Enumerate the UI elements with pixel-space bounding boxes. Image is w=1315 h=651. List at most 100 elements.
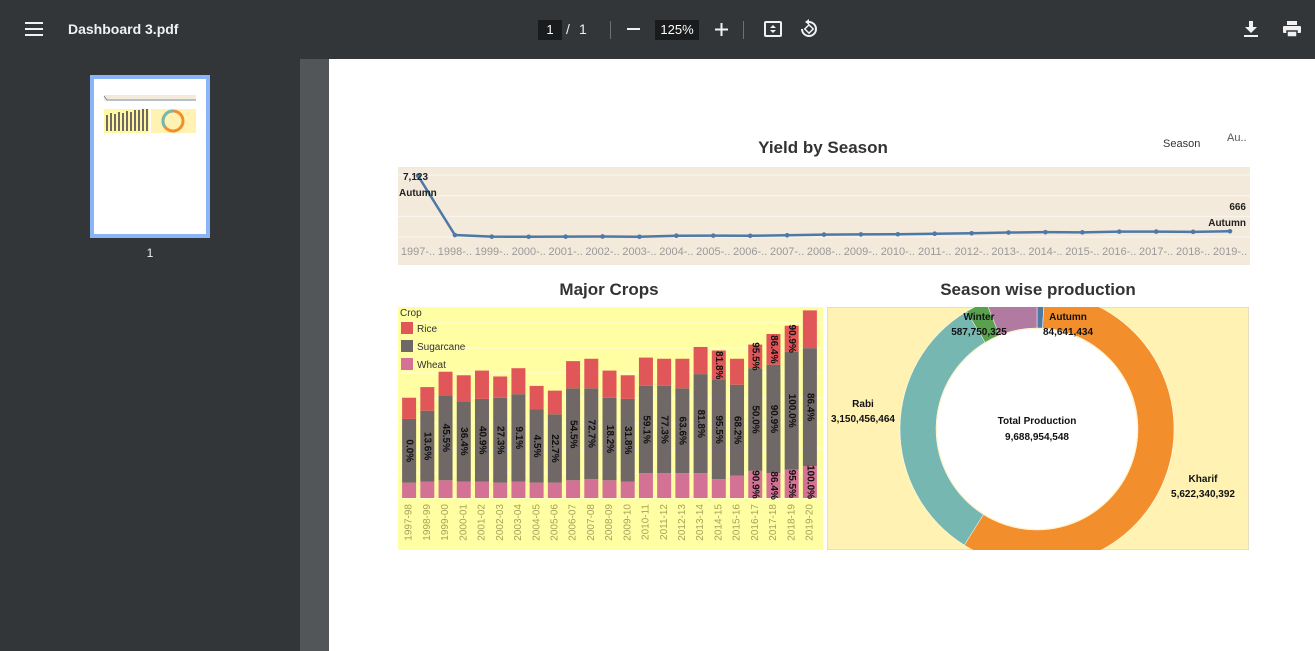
yield-x-tick-label: 2005-..	[696, 246, 730, 258]
bar-x-tick-label: 2001-02	[477, 504, 488, 541]
bar-mid-label: 22.7%	[549, 434, 560, 462]
bar-segment-wheat	[456, 481, 471, 498]
bar-segment-rice	[730, 358, 745, 385]
bar-x-tick-label: 2008-09	[604, 504, 615, 541]
toolbar-divider	[610, 21, 611, 39]
bar-segment-wheat	[566, 480, 581, 498]
bar-segment-wheat	[602, 480, 617, 498]
thumbnail-sidebar: 1	[0, 59, 300, 651]
yield-data-point	[526, 234, 532, 240]
yield-data-point	[858, 232, 864, 237]
donut-label-value: 5,622,340,392	[1171, 489, 1235, 500]
yield-x-tick-label: 2010-..	[881, 246, 915, 258]
bar-mid-label: 45.5%	[440, 424, 451, 452]
yield-x-tick-label: 2003-..	[622, 246, 656, 258]
bar-segment-rice	[474, 370, 489, 399]
bar-segment-rice	[420, 387, 435, 411]
bar-x-tick-label: 2015-16	[732, 504, 743, 541]
bar-x-tick-label: 2011-12	[659, 504, 670, 540]
bar-mid-label: 0.0%	[403, 439, 414, 462]
zoom-out-icon[interactable]	[622, 18, 644, 40]
yield-data-point	[489, 234, 495, 239]
bar-bottom-label: 100.0%	[804, 465, 815, 499]
yield-data-point	[895, 231, 901, 237]
yield-x-tick-label: 1997-..	[401, 246, 435, 258]
donut-label-name: Rabi	[852, 399, 874, 410]
bar-segment-rice	[438, 371, 453, 396]
bar-mid-label: 9.1%	[513, 426, 524, 449]
menu-icon[interactable]	[22, 18, 46, 40]
yield-data-point	[1116, 229, 1122, 234]
fit-page-icon[interactable]	[762, 18, 784, 40]
bar-segment-rice	[493, 376, 508, 398]
yield-data-point	[747, 233, 753, 239]
bar-mid-label: 54.5%	[567, 420, 578, 448]
zoom-in-icon[interactable]	[710, 18, 732, 40]
bar-mid-label: 27.3%	[495, 426, 506, 454]
bar-mid-label: 63.6%	[677, 417, 688, 445]
rotate-icon[interactable]	[798, 18, 820, 40]
bar-segment-wheat	[711, 479, 726, 498]
bar-segment-wheat	[420, 481, 435, 498]
bar-segment-wheat	[638, 473, 653, 498]
yield-x-tick-label: 2007-..	[770, 246, 804, 258]
yield-data-point	[1043, 229, 1048, 235]
bar-mid-label: 100.0%	[786, 394, 797, 428]
crops-legend-title: Crop	[400, 308, 422, 319]
bar-x-tick-label: 2016-17	[750, 504, 761, 541]
bar-bottom-label: 95.5%	[786, 470, 797, 498]
bar-x-tick-label: 2004-05	[531, 504, 542, 541]
bar-mid-label: 68.2%	[731, 416, 742, 444]
bar-x-tick-label: 2000-01	[458, 504, 469, 541]
bar-segment-wheat	[438, 480, 453, 498]
download-icon[interactable]	[1240, 18, 1262, 40]
bar-mid-label: 18.2%	[604, 425, 615, 453]
page-thumbnail[interactable]	[90, 75, 210, 238]
yield-annotation-value: 666	[1229, 202, 1246, 213]
bar-segment-wheat	[620, 481, 635, 498]
bar-mid-label: 77.3%	[659, 415, 670, 443]
crops-legend-swatch	[401, 340, 413, 352]
yield-x-tick-label: 2002-..	[585, 246, 619, 258]
yield-data-point	[674, 233, 679, 239]
yield-data-point	[600, 234, 605, 239]
bar-x-tick-label: 2007-08	[586, 504, 597, 541]
season-production-title: Season wise production	[940, 280, 1136, 299]
bar-top-label: 95.5%	[750, 342, 761, 370]
donut-label-value: 3,150,456,464	[831, 414, 895, 425]
bar-segment-rice	[620, 375, 635, 399]
bar-x-tick-label: 2005-06	[549, 504, 560, 541]
bar-segment-rice	[566, 361, 581, 389]
pdf-page: Yield by Season Season Au.. 1997-.. 1998-…	[329, 59, 1315, 651]
page-total: 1	[579, 21, 587, 37]
yield-line-chart: 1997-.. 1998-.. 1999-.. 2000-.. 2001-.. 2002-…	[398, 167, 1250, 265]
donut-label-value: 587,750,325	[951, 327, 1007, 338]
bar-mid-label: 90.9%	[768, 405, 779, 433]
yield-data-point	[1006, 230, 1011, 235]
yield-x-tick-label: 2015-..	[1065, 246, 1099, 258]
yield-data-point	[1153, 229, 1159, 234]
yield-x-tick-label: 2008-..	[807, 246, 841, 258]
donut-label-name: Autumn	[1049, 312, 1087, 323]
yield-x-tick-label: 1999-..	[475, 246, 509, 258]
yield-x-tick-label: 2000-..	[512, 246, 546, 258]
yield-data-point	[1080, 230, 1085, 235]
yield-data-point	[1227, 228, 1233, 234]
page-separator: /	[566, 21, 570, 37]
print-icon[interactable]	[1280, 18, 1304, 40]
yield-x-tick-label: 2018-..	[1176, 246, 1210, 258]
yield-x-tick-label: 2019-..	[1213, 246, 1247, 258]
donut-hole	[937, 329, 1137, 529]
zoom-level-input[interactable]: 125%	[655, 20, 699, 40]
yield-annotation-season: Autumn	[399, 188, 437, 199]
scroll-gutter	[300, 59, 329, 651]
yield-x-tick-label: 2004-..	[659, 246, 693, 258]
bar-x-tick-label: 2012-13	[677, 504, 688, 541]
donut-center-label: Total Production	[998, 416, 1077, 427]
page-number-input[interactable]: 1	[538, 20, 562, 40]
donut-label-name: Winter	[963, 312, 994, 323]
yield-x-tick-label: 2013-..	[991, 246, 1025, 258]
yield-data-point	[710, 233, 716, 238]
bar-top-label: 90.9%	[786, 325, 797, 353]
donut-center-value: 9,688,954,548	[1005, 432, 1069, 443]
